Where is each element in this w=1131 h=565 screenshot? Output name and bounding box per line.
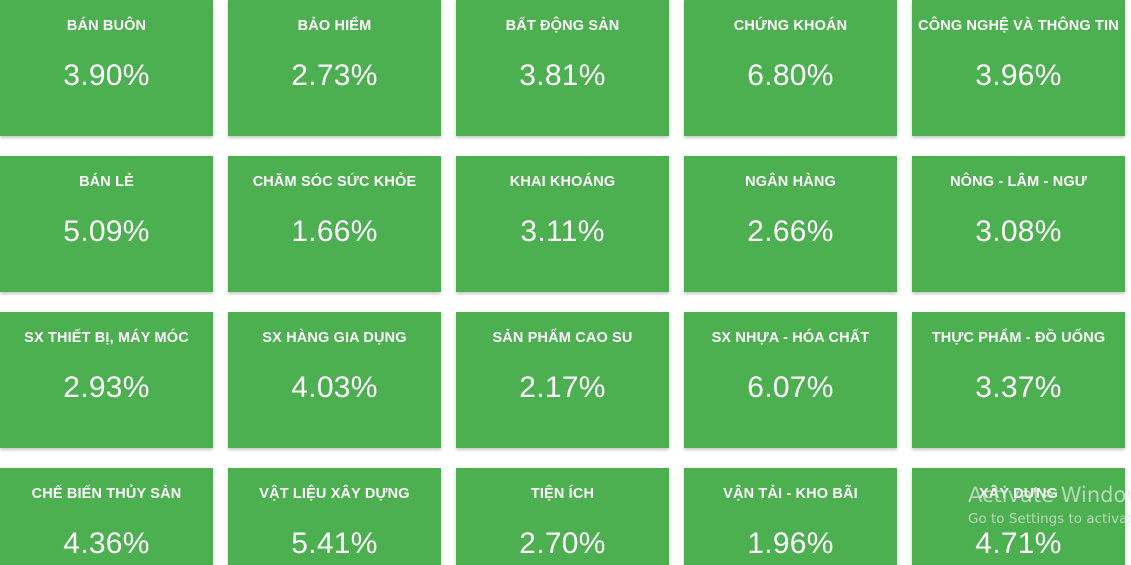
sector-tile-label: NÔNG - LÂM - NGƯ	[950, 174, 1087, 190]
sector-tile-value: 3.81%	[519, 59, 606, 93]
sector-tile-label: XÂY DỰNG	[978, 486, 1059, 502]
sector-tile[interactable]: SX NHỰA - HÓA CHẤT 6.07%	[684, 312, 897, 448]
sector-tile[interactable]: BẤT ĐỘNG SẢN 3.81%	[456, 0, 669, 136]
sector-tile-value: 3.11%	[520, 215, 605, 249]
sector-tile-value: 4.03%	[291, 371, 378, 405]
sector-tile-value: 2.70%	[519, 527, 606, 561]
sector-tile-label: BẤT ĐỘNG SẢN	[505, 18, 620, 34]
sector-tile[interactable]: CHẾ BIẾN THỦY SẢN 4.36%	[0, 468, 213, 565]
sector-tile-value: 2.17%	[519, 371, 606, 405]
sector-tile-label: CHĂM SÓC SỨC KHỎE	[252, 174, 417, 190]
sector-tile[interactable]: KHAI KHOÁNG 3.11%	[456, 156, 669, 292]
sector-tile[interactable]: CHĂM SÓC SỨC KHỎE 1.66%	[228, 156, 441, 292]
sector-tile-label: THỰC PHẨM - ĐỒ UỐNG	[931, 330, 1106, 346]
sector-tile-label: BÁN BUÔN	[66, 18, 147, 34]
sector-tile[interactable]: TIỆN ÍCH 2.70%	[456, 468, 669, 565]
sector-tile[interactable]: VẬN TẢI - KHO BÃI 1.96%	[684, 468, 897, 565]
sector-tile[interactable]: XÂY DỰNG 4.71%	[912, 468, 1125, 565]
sector-tile-label: BẢO HIỂM	[297, 18, 372, 34]
sector-tile[interactable]: CÔNG NGHỆ VÀ THÔNG TIN 3.96%	[912, 0, 1125, 136]
sector-tile-value: 5.41%	[291, 527, 378, 561]
sector-tile-label: SX HÀNG GIA DỤNG	[262, 330, 407, 346]
sector-tile-value: 2.93%	[63, 371, 150, 405]
sector-tile[interactable]: SX THIẾT BỊ, MÁY MÓC 2.93%	[0, 312, 213, 448]
sector-tile[interactable]: NÔNG - LÂM - NGƯ 3.08%	[912, 156, 1125, 292]
sector-tile-label: VẬN TẢI - KHO BÃI	[723, 486, 858, 502]
sector-tile[interactable]: CHỨNG KHOÁN 6.80%	[684, 0, 897, 136]
sector-tile-label: KHAI KHOÁNG	[509, 174, 616, 190]
sector-tile-label: TIỆN ÍCH	[530, 486, 595, 502]
sector-tile-label: VẬT LIỆU XÂY DỰNG	[259, 486, 410, 502]
sector-tile-label: SX NHỰA - HÓA CHẤT	[711, 330, 870, 346]
sector-tile[interactable]: SX HÀNG GIA DỤNG 4.03%	[228, 312, 441, 448]
sector-tile[interactable]: VẬT LIỆU XÂY DỰNG 5.41%	[228, 468, 441, 565]
sector-tile-label: CHỨNG KHOÁN	[733, 18, 848, 34]
sector-tile-value: 6.07%	[747, 371, 834, 405]
sector-heatmap: BÁN BUÔN 3.90% BẢO HIỂM 2.73% BẤT ĐỘNG SẢN 3.…	[0, 0, 1131, 565]
sector-tile-value: 6.80%	[747, 59, 834, 93]
sector-tile-value: 2.66%	[747, 215, 834, 249]
sector-tile-value: 1.96%	[747, 527, 834, 561]
sector-tile[interactable]: BÁN LẺ 5.09%	[0, 156, 213, 292]
sector-tile-label: SẢN PHẨM CAO SU	[492, 330, 633, 346]
sector-tile-value: 5.09%	[63, 215, 150, 249]
sector-tile-label: BÁN LẺ	[79, 174, 134, 190]
sector-tile-value: 3.90%	[63, 59, 150, 93]
sector-tile-value: 1.66%	[291, 215, 378, 249]
sector-tile-value: 4.36%	[63, 527, 150, 561]
sector-tile-label: CÔNG NGHỆ VÀ THÔNG TIN	[918, 18, 1119, 34]
sector-tile[interactable]: THỰC PHẨM - ĐỒ UỐNG 3.37%	[912, 312, 1125, 448]
sector-tile-value: 3.37%	[975, 371, 1062, 405]
sector-tile-value: 4.71%	[975, 527, 1062, 561]
sector-tile-label: SX THIẾT BỊ, MÁY MÓC	[24, 330, 189, 346]
sector-tile[interactable]: NGÂN HÀNG 2.66%	[684, 156, 897, 292]
sector-tile[interactable]: SẢN PHẨM CAO SU 2.17%	[456, 312, 669, 448]
sector-tile-label: CHẾ BIẾN THỦY SẢN	[31, 486, 182, 502]
sector-tile-value: 3.96%	[975, 59, 1062, 93]
sector-tile[interactable]: BẢO HIỂM 2.73%	[228, 0, 441, 136]
sector-tile-value: 3.08%	[975, 215, 1062, 249]
sector-tile-grid: BÁN BUÔN 3.90% BẢO HIỂM 2.73% BẤT ĐỘNG SẢN 3.…	[0, 0, 1131, 565]
sector-tile-value: 2.73%	[291, 59, 378, 93]
sector-tile-label: NGÂN HÀNG	[745, 174, 836, 190]
sector-tile[interactable]: BÁN BUÔN 3.90%	[0, 0, 213, 136]
